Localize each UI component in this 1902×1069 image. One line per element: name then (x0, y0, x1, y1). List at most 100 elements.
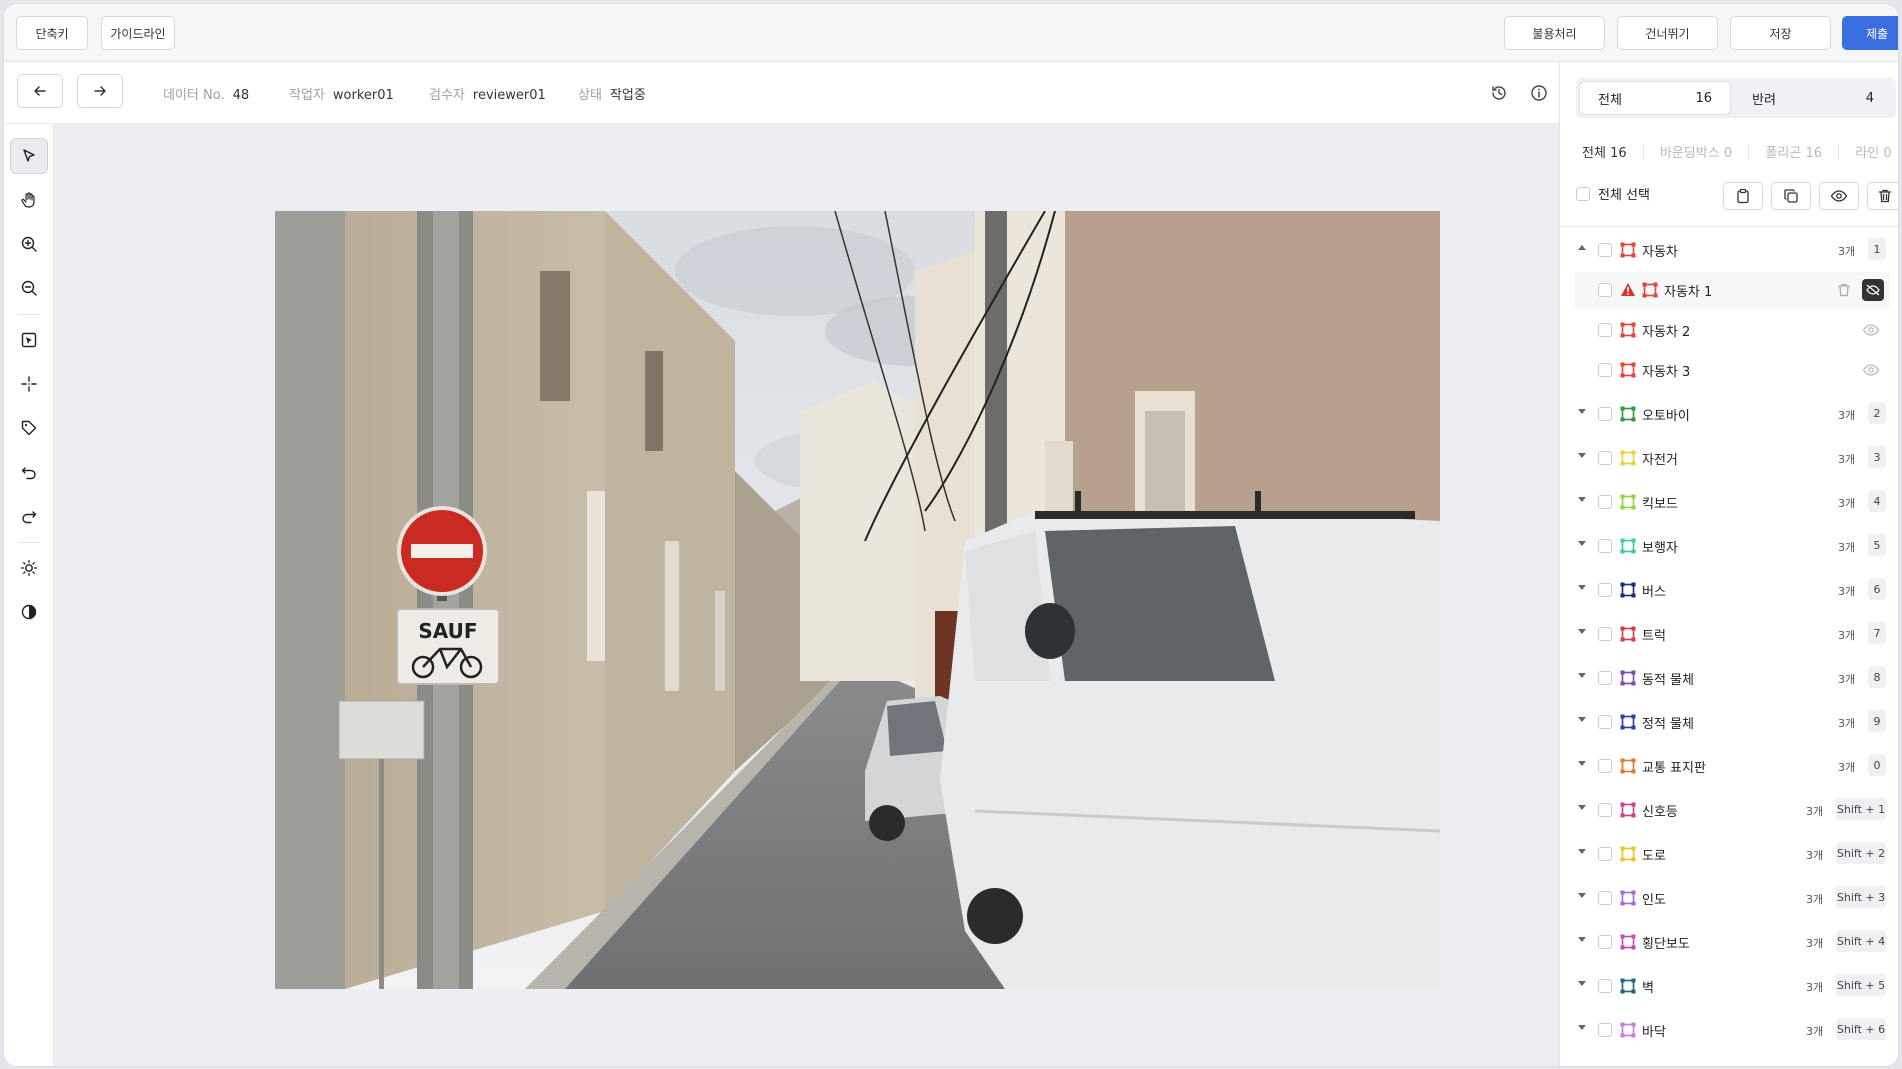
class-checkbox[interactable] (1598, 627, 1612, 641)
chevron-down-icon[interactable] (1578, 453, 1586, 458)
tab-rejected[interactable]: 반려 4 (1734, 82, 1892, 114)
class-checkbox[interactable] (1598, 715, 1612, 729)
class-checkbox[interactable] (1598, 583, 1612, 597)
class-checkbox[interactable] (1598, 495, 1612, 509)
guideline-button[interactable]: 가이드라인 (101, 16, 175, 50)
annotation-checkbox[interactable] (1598, 283, 1612, 297)
class-checkbox[interactable] (1598, 539, 1612, 553)
class-checkbox[interactable] (1598, 671, 1612, 685)
chevron-down-icon[interactable] (1578, 761, 1586, 766)
class-checkbox[interactable] (1598, 847, 1612, 861)
class-row[interactable]: 도로 3개 Shift + 2 (1560, 836, 1890, 872)
chevron-down-icon[interactable] (1578, 497, 1586, 502)
class-checkbox[interactable] (1598, 803, 1612, 817)
annotation-item[interactable]: 자동차 1 (1574, 272, 1890, 308)
chevron-down-icon[interactable] (1578, 937, 1586, 942)
tab-all[interactable]: 전체 16 (1580, 82, 1730, 114)
eye-icon[interactable] (1862, 322, 1880, 342)
reject-button[interactable]: 불용처리 (1504, 16, 1605, 50)
class-row[interactable]: 정적 물체 3개 9 (1560, 704, 1890, 740)
class-row[interactable]: 자동차 3개 1 (1560, 232, 1890, 268)
zoom-out-tool[interactable] (10, 270, 48, 306)
class-row[interactable]: 교통 표지판 3개 0 (1560, 748, 1890, 784)
brightness-tool[interactable] (10, 550, 48, 586)
annotation-checkbox[interactable] (1598, 323, 1612, 337)
delete-button[interactable] (1867, 182, 1898, 210)
undo-tool[interactable] (10, 454, 48, 490)
select-all-checkbox[interactable] (1576, 186, 1590, 201)
class-row[interactable]: 자전거 3개 3 (1560, 440, 1890, 476)
class-label: 보행자 (1642, 541, 1678, 556)
class-row[interactable]: 횡단보도 3개 Shift + 4 (1560, 924, 1890, 960)
class-checkbox[interactable] (1598, 979, 1612, 993)
class-row[interactable]: 킥보드 3개 4 (1560, 484, 1890, 520)
class-checkbox[interactable] (1598, 759, 1612, 773)
submit-button[interactable]: 제출 (1842, 16, 1898, 50)
panel-divider (1560, 226, 1898, 227)
paste-button[interactable] (1723, 182, 1763, 210)
chevron-down-icon[interactable] (1578, 717, 1586, 722)
class-checkbox[interactable] (1598, 935, 1612, 949)
class-label: 벽 (1642, 981, 1654, 996)
class-row[interactable]: 인도 3개 Shift + 3 (1560, 880, 1890, 916)
chevron-down-icon[interactable] (1578, 981, 1586, 986)
class-label: 버스 (1642, 585, 1666, 600)
street-photo[interactable]: SAUF (275, 211, 1440, 989)
zoom-in-tool[interactable] (10, 226, 48, 262)
history-button[interactable] (1488, 82, 1510, 104)
class-row[interactable]: 바닥 3개 Shift + 6 (1560, 1012, 1890, 1048)
class-checkbox[interactable] (1598, 1023, 1612, 1037)
annotation-canvas[interactable]: SAUF (54, 124, 1559, 1066)
chevron-down-icon[interactable] (1578, 629, 1586, 634)
annotation-item[interactable]: 자동차 3 (1574, 352, 1890, 388)
class-checkbox[interactable] (1598, 891, 1612, 905)
eye-off-icon[interactable] (1862, 279, 1884, 301)
chevron-down-icon[interactable] (1578, 541, 1586, 546)
shortcut-button[interactable]: 단축키 (16, 16, 88, 50)
next-button[interactable] (77, 74, 123, 108)
class-row[interactable]: 신호등 3개 Shift + 1 (1560, 792, 1890, 828)
crosshair-tool[interactable] (10, 366, 48, 402)
reviewer: 검수자 reviewer01 (429, 88, 546, 103)
worker: 작업자 worker01 (289, 88, 394, 103)
chevron-down-icon[interactable] (1578, 409, 1586, 414)
box-select-tool[interactable] (10, 322, 48, 358)
select-tool[interactable] (10, 138, 48, 174)
chevron-down-icon[interactable] (1578, 849, 1586, 854)
select-all[interactable]: 전체 선택 (1576, 184, 1650, 203)
class-row[interactable]: 오토바이 3개 2 (1560, 396, 1890, 432)
chevron-up-icon[interactable] (1578, 245, 1586, 250)
pan-tool[interactable] (10, 182, 48, 218)
class-checkbox[interactable] (1598, 407, 1612, 421)
contrast-tool[interactable] (10, 594, 48, 630)
history-icon (1492, 86, 1506, 100)
class-checkbox[interactable] (1598, 451, 1612, 465)
skip-button[interactable]: 건너뛰기 (1617, 16, 1718, 50)
trash-icon[interactable] (1836, 282, 1852, 302)
prev-button[interactable] (17, 74, 63, 108)
tag-tool[interactable] (10, 410, 48, 446)
eye-icon[interactable] (1862, 362, 1880, 382)
visibility-button[interactable] (1819, 182, 1859, 210)
class-row[interactable]: 동적 물체 3개 8 (1560, 660, 1890, 696)
chevron-down-icon[interactable] (1578, 893, 1586, 898)
filter-tabs: 전체 16 반려 4 (1576, 78, 1896, 118)
class-label: 자전거 (1642, 453, 1678, 468)
redo-tool[interactable] (10, 498, 48, 534)
chevron-down-icon[interactable] (1578, 585, 1586, 590)
chevron-down-icon[interactable] (1578, 1025, 1586, 1030)
chevron-down-icon[interactable] (1578, 673, 1586, 678)
copy-button[interactable] (1771, 182, 1811, 210)
class-row[interactable]: 버스 3개 6 (1560, 572, 1890, 608)
class-count: 3개 (1806, 937, 1824, 950)
annotation-checkbox[interactable] (1598, 363, 1612, 377)
annotation-item[interactable]: 자동차 2 (1574, 312, 1890, 348)
save-button[interactable]: 저장 (1730, 16, 1831, 50)
class-checkbox[interactable] (1598, 243, 1612, 257)
class-row[interactable]: 트럭 3개 7 (1560, 616, 1890, 652)
class-row[interactable]: 보행자 3개 5 (1560, 528, 1890, 564)
class-shortcut-key: Shift + 1 (1836, 798, 1886, 820)
chevron-down-icon[interactable] (1578, 805, 1586, 810)
class-row[interactable]: 벽 3개 Shift + 5 (1560, 968, 1890, 1004)
info-button[interactable] (1528, 82, 1550, 104)
